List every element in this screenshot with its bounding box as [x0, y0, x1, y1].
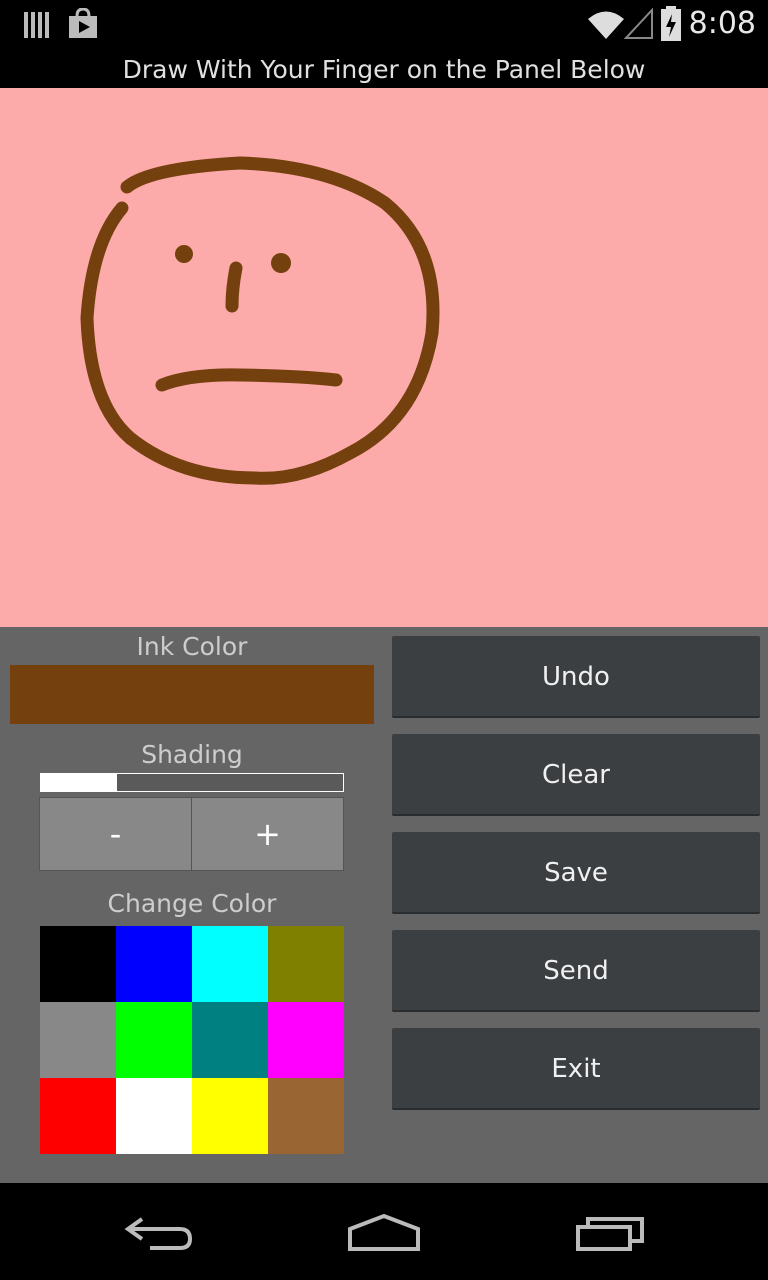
clear-button[interactable]: Clear	[392, 734, 760, 816]
recents-icon[interactable]	[574, 1215, 646, 1253]
nose-stroke	[225, 261, 243, 313]
ink-color-label: Ink Color	[136, 632, 248, 661]
exit-button[interactable]: Exit	[392, 1028, 760, 1110]
ink-color-swatch	[10, 665, 374, 724]
back-icon[interactable]	[122, 1213, 196, 1253]
right-eye-stroke	[271, 253, 291, 273]
drawing-canvas[interactable]	[0, 88, 768, 627]
palette-color-swatch[interactable]	[40, 1078, 116, 1154]
status-bar: 8:08	[0, 0, 768, 50]
battery-charging-icon	[661, 6, 681, 41]
shade-increase-button[interactable]: +	[191, 797, 344, 871]
palette-color-swatch[interactable]	[192, 926, 268, 1002]
shading-label: Shading	[141, 740, 243, 769]
shade-decrease-button[interactable]: -	[39, 797, 192, 871]
palette-color-swatch[interactable]	[192, 1078, 268, 1154]
palette-color-swatch[interactable]	[116, 926, 192, 1002]
clock: 8:08	[688, 6, 756, 41]
palette-color-swatch[interactable]	[268, 1078, 344, 1154]
save-button[interactable]: Save	[392, 832, 760, 914]
palette-color-swatch[interactable]	[40, 926, 116, 1002]
undo-button[interactable]: Undo	[392, 636, 760, 718]
left-eye-stroke	[175, 245, 193, 263]
wifi-icon	[588, 11, 624, 39]
page-title: Draw With Your Finger on the Panel Below	[122, 55, 646, 84]
play-store-icon	[69, 8, 97, 38]
color-palette	[40, 926, 344, 1154]
palette-color-swatch[interactable]	[116, 1002, 192, 1078]
navigation-bar	[0, 1183, 768, 1280]
palette-color-swatch[interactable]	[192, 1002, 268, 1078]
palette-color-swatch[interactable]	[40, 1002, 116, 1078]
home-icon[interactable]	[346, 1213, 422, 1253]
cell-signal-icon	[624, 8, 653, 39]
signal-bars-icon	[24, 12, 49, 38]
control-panel: Ink Color Shading - + Change Color Undo …	[0, 627, 768, 1183]
shading-bar-fill	[41, 774, 117, 791]
drawing-strokes	[80, 156, 440, 485]
face-outline-stroke	[80, 156, 440, 485]
mouth-stroke	[155, 368, 343, 392]
change-color-label: Change Color	[107, 889, 277, 918]
palette-color-swatch[interactable]	[268, 1002, 344, 1078]
palette-color-swatch[interactable]	[116, 1078, 192, 1154]
palette-color-swatch[interactable]	[268, 926, 344, 1002]
shading-bar	[40, 773, 344, 792]
send-button[interactable]: Send	[392, 930, 760, 1012]
